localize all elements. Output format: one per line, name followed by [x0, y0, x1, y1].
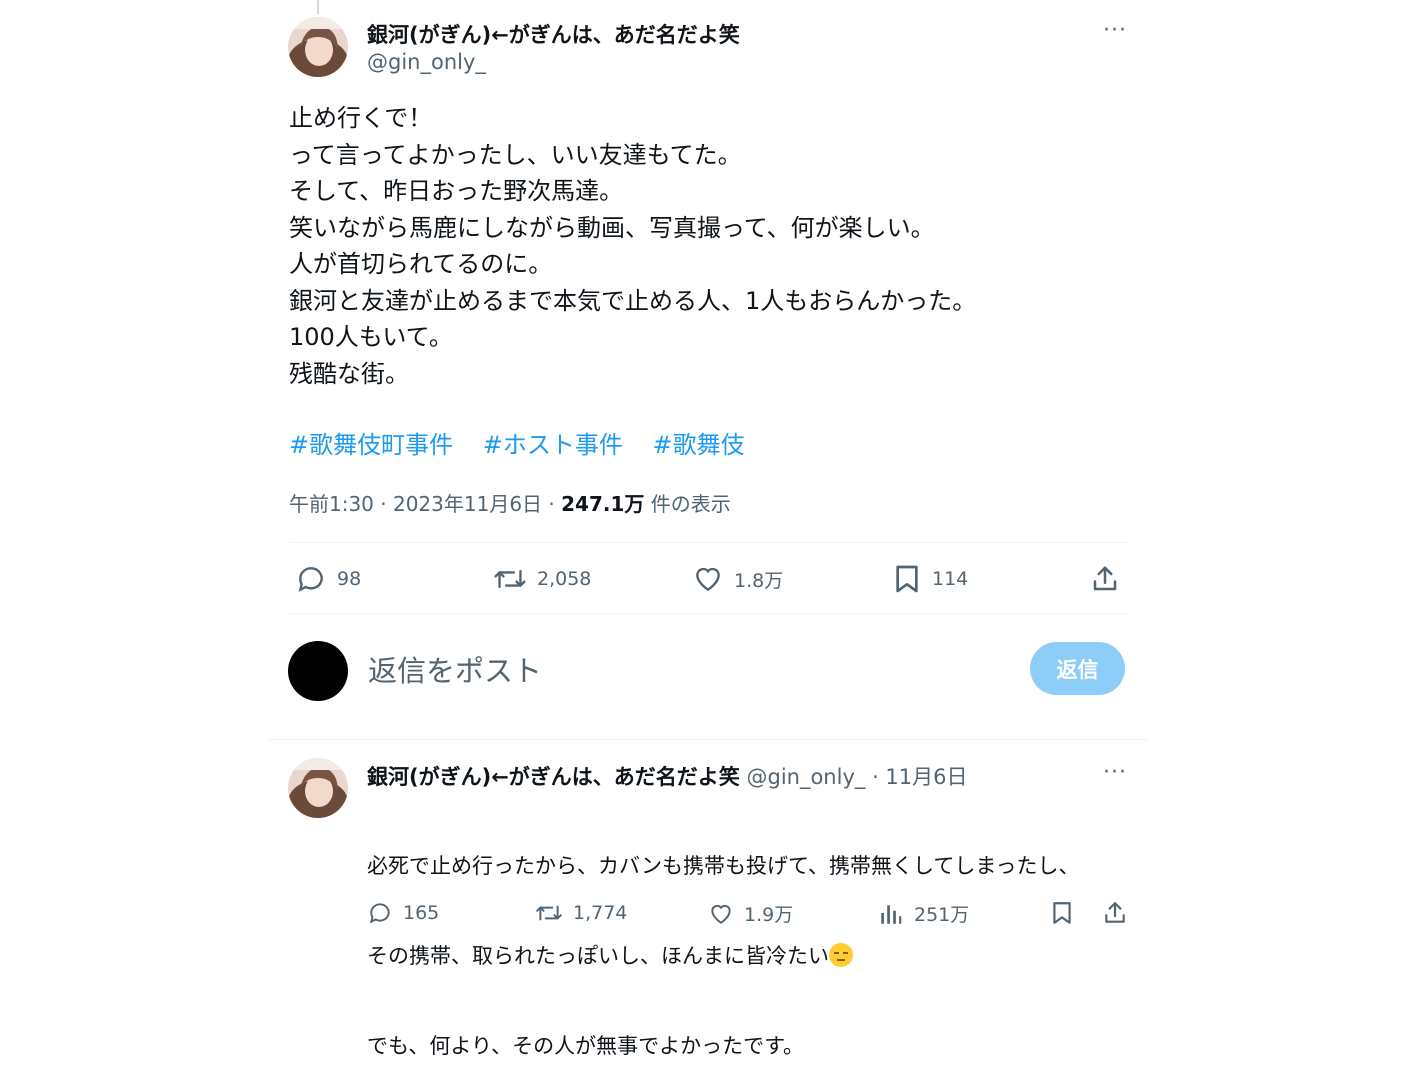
heart-icon [711, 904, 731, 924]
hashtag-link[interactable]: #歌舞伎町事件 [289, 431, 453, 459]
analytics-icon [881, 904, 902, 924]
share-icon [1093, 566, 1117, 591]
thread-connector-line [317, 0, 319, 14]
author-handle[interactable]: @gin_only_ [746, 765, 865, 789]
retweet-count: 1,774 [573, 902, 628, 924]
heart-icon [696, 567, 720, 592]
share-button[interactable] [1102, 900, 1128, 926]
like-count: 1.8万 [734, 569, 784, 592]
reply-submit-button[interactable]: 返信 [1030, 642, 1125, 695]
bookmark-icon [1053, 902, 1071, 924]
reply-icon [369, 903, 390, 924]
divider [289, 542, 1128, 543]
tweet-text: 止め行くで！ って言ってよかったし、いい友達もてた。 そして、昨日おった野次馬達… [289, 104, 977, 388]
retweet-button[interactable]: 1,774 [535, 900, 627, 926]
tweet-date[interactable]: · 11月6日 [865, 765, 967, 789]
share-button[interactable] [1090, 563, 1120, 595]
reply-author-line: 銀河(がぎん)←がぎんは、あだ名だよ笑 @gin_only_ · 11月6日 [367, 761, 968, 791]
divider [289, 613, 1128, 614]
reply-tweet-text: 必死で止め行ったから、カバンも携帯も投げて、携帯無くしてしまったし、 その携帯、… [367, 791, 1080, 1091]
reply-input[interactable]: 返信をポスト [368, 648, 542, 690]
author-name[interactable]: 銀河(がぎん)←がぎんは、あだ名だよ笑 [367, 19, 740, 49]
view-count: 247.1万 [561, 492, 645, 516]
view-count: 251万 [914, 904, 970, 926]
tweet-timestamp[interactable]: 午前1:30 · 2023年11月6日 · [289, 492, 561, 516]
more-options-icon[interactable]: ··· [1103, 18, 1127, 43]
hashtag-link[interactable]: #歌舞伎 [653, 431, 745, 459]
like-count: 1.9万 [744, 904, 794, 926]
retweet-count: 2,058 [537, 568, 592, 590]
like-button[interactable]: 1.9万 [708, 900, 793, 927]
like-button[interactable]: 1.8万 [692, 563, 783, 595]
author-avatar[interactable] [288, 758, 348, 818]
divider [268, 739, 1148, 740]
author-name[interactable]: 銀河(がぎん)←がぎんは、あだ名だよ笑 [367, 765, 740, 789]
author-handle[interactable]: @gin_only_ [367, 50, 486, 74]
more-options-icon[interactable]: ··· [1103, 760, 1127, 785]
tweet-meta: 午前1:30 · 2023年11月6日 · 247.1万 件の表示 [289, 488, 731, 517]
reply-icon [298, 567, 323, 592]
bookmark-button[interactable] [1050, 900, 1074, 926]
views-button[interactable]: 251万 [878, 900, 969, 927]
reply-count: 165 [403, 902, 440, 924]
hashtag-link[interactable]: #ホスト事件 [483, 431, 623, 459]
bookmark-icon [896, 565, 918, 593]
retweet-icon [494, 569, 526, 589]
retweet-icon [536, 905, 562, 921]
reply-count: 98 [337, 568, 362, 590]
retweet-button[interactable]: 2,058 [493, 563, 591, 595]
bookmark-count: 114 [932, 568, 969, 590]
reply-button[interactable]: 165 [367, 900, 439, 926]
hashtag-list: #歌舞伎町事件 #ホスト事件 #歌舞伎 [289, 425, 767, 460]
text-line: 必死で止め行ったから、カバンも携帯も投げて、携帯無くしてしまったし、 [367, 854, 1080, 878]
text-line: でも、何より、その人が無事でよかったです。 [367, 1034, 805, 1058]
author-avatar[interactable] [288, 17, 348, 77]
pensive-face-emoji-icon [829, 943, 853, 967]
bookmark-button[interactable]: 114 [892, 563, 968, 595]
current-user-avatar [288, 641, 348, 701]
view-count-label: 件の表示 [644, 492, 731, 516]
reply-button[interactable]: 98 [295, 563, 361, 595]
share-icon [1105, 902, 1125, 923]
